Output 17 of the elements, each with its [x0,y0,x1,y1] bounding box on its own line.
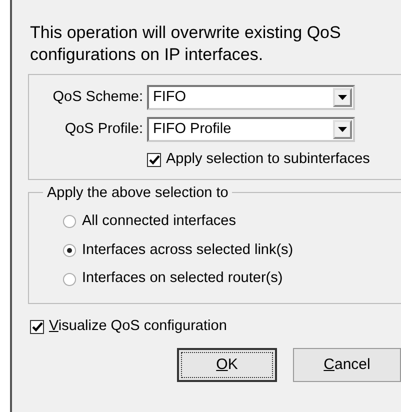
checkbox-label: Apply selection to subinterfaces [166,150,370,169]
radio-button[interactable] [63,244,76,257]
radio-button[interactable] [63,215,76,228]
dropdown-field[interactable]: FIFO [147,85,355,110]
message-text: This operation will overwrite existing QoS configurations on IP interfaces. [30,22,342,66]
checkbox[interactable] [147,152,161,167]
radio-button[interactable] [63,272,76,286]
field-label: QoS Scheme: [52,88,143,107]
cancel-button[interactable]: Cancel [293,348,401,382]
checkbox-label: Visualize QoS configuration [49,317,227,336]
radio-label: All connected interfaces [82,212,236,231]
dropdown-field[interactable]: FIFO Profile [147,117,355,142]
checkbox[interactable] [30,320,44,334]
radio-label: Interfaces across selected link(s) [82,240,294,260]
ok-button[interactable]: OK [177,348,277,382]
field-label: QoS Profile: [64,120,143,139]
radio-label: Interfaces on selected router(s) [82,269,283,288]
